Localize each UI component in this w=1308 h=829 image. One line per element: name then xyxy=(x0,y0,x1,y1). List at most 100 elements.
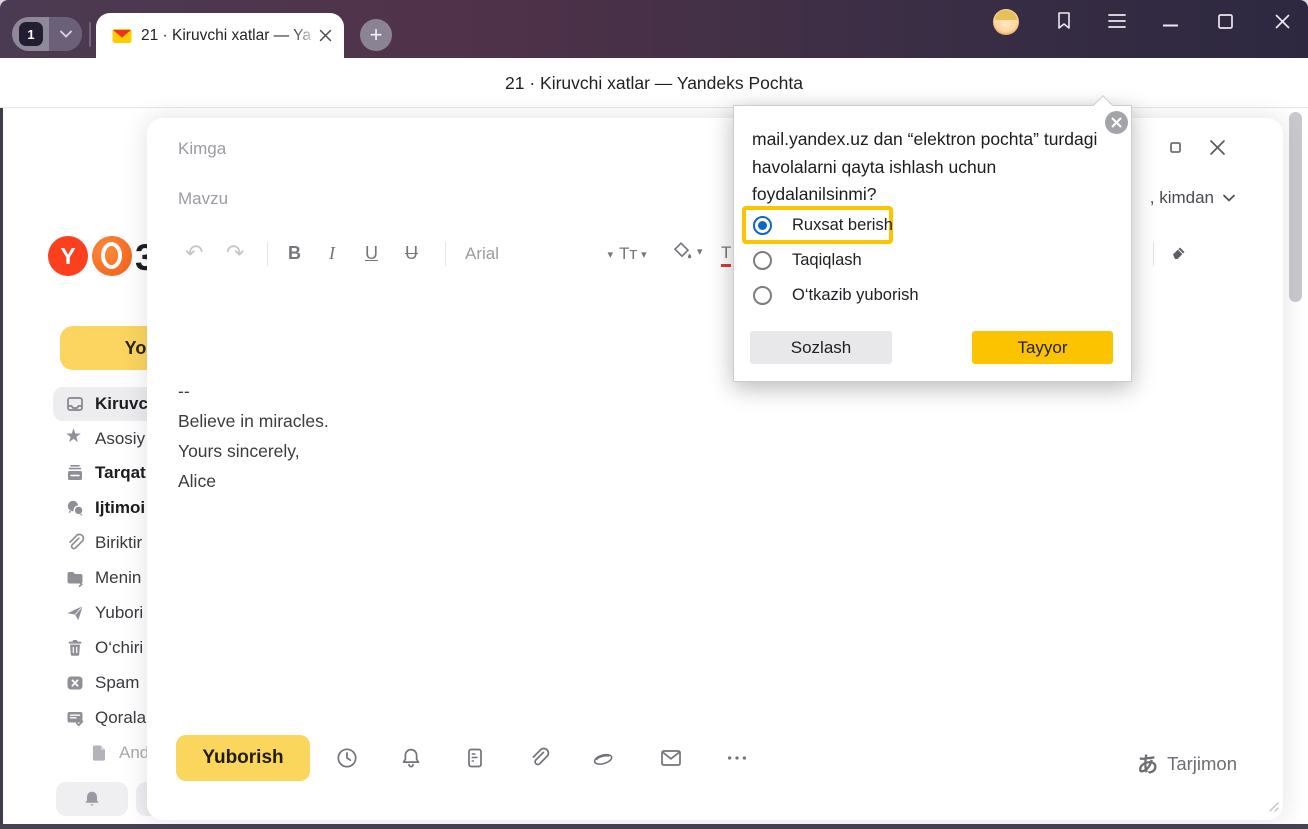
format-divider xyxy=(267,242,268,266)
radio-option-block[interactable]: Taqiqlash xyxy=(753,251,862,270)
dialog-close-button[interactable] xyxy=(1105,111,1128,134)
new-tab-button[interactable]: + xyxy=(360,19,392,51)
reminder-bell-icon[interactable] xyxy=(399,746,423,770)
trash-icon xyxy=(65,638,85,658)
chevron-down-icon: ▾ xyxy=(607,248,613,261)
window-close-icon[interactable] xyxy=(1275,14,1290,29)
template-note-icon[interactable] xyxy=(463,746,487,770)
italic-button[interactable]: I xyxy=(329,243,335,264)
window-maximize-icon[interactable] xyxy=(1218,14,1233,29)
active-tab[interactable]: 21 · Kiruvchi xatlar — Ya xyxy=(96,13,344,58)
radio-label: Taqiqlash xyxy=(792,251,862,270)
done-button[interactable]: Tayyor xyxy=(972,331,1113,364)
more-options-icon[interactable] xyxy=(725,746,749,770)
sidebar-label: Biriktir xyxy=(95,533,142,553)
sidebar-label: Spam xyxy=(95,673,139,693)
from-selector[interactable]: , kimdan xyxy=(1150,188,1235,208)
schedule-send-clock-icon[interactable] xyxy=(335,746,359,770)
signature-separator: -- xyxy=(178,376,329,406)
translator-button[interactable]: あ Tarjimon xyxy=(1137,749,1237,779)
signature-line: Believe in miracles. xyxy=(178,406,329,436)
signature-line: Yours sincerely, xyxy=(178,436,329,466)
paper-plane-icon xyxy=(65,603,85,623)
font-family-select[interactable]: Arial ▾ xyxy=(465,244,613,264)
clear-formatting-eraser-icon[interactable] xyxy=(1167,240,1189,262)
yandex-disk-icon[interactable] xyxy=(591,746,615,770)
tab-group-chevron[interactable] xyxy=(49,17,82,51)
tab-group-badge: 1 xyxy=(19,22,43,46)
underline-button[interactable]: U xyxy=(365,243,378,264)
font-size-value: Tт xyxy=(619,244,637,264)
font-family-value: Arial xyxy=(465,244,499,264)
compose-close-icon[interactable] xyxy=(1209,139,1226,156)
window-bottom-edge xyxy=(0,824,1308,829)
browser-toolbar: ← Я ↻ mail.yandex.uz xyxy=(0,58,1308,108)
paint-bucket-icon xyxy=(671,240,693,262)
font-size-select[interactable]: Tт ▾ xyxy=(619,244,647,264)
page-scrollbar[interactable] xyxy=(1289,112,1302,302)
format-divider xyxy=(1153,242,1154,266)
text-color-button[interactable]: T xyxy=(721,243,731,267)
collections-bookmark-icon[interactable] xyxy=(1052,10,1076,32)
subject-field[interactable]: Mavzu xyxy=(178,189,228,209)
yandex-360-logo-y[interactable]: Y xyxy=(48,236,88,276)
sidebar-label: Asosiy xyxy=(95,429,145,449)
radio-label: O‘tkazib yuborish xyxy=(792,286,919,305)
envelope-icon[interactable] xyxy=(659,746,683,770)
social-chats-icon xyxy=(65,498,85,518)
radio-selected-icon[interactable] xyxy=(753,216,772,235)
sidebar-label: Kiruvc xyxy=(95,394,148,414)
spam-icon xyxy=(65,673,85,693)
window-minimize-icon[interactable] xyxy=(1163,24,1178,27)
paperclip-icon xyxy=(65,533,85,553)
document-icon xyxy=(89,743,109,763)
chrome-divider xyxy=(89,22,91,47)
avatar-hair xyxy=(995,10,1017,20)
translator-icon: あ xyxy=(1137,749,1158,779)
profile-avatar[interactable] xyxy=(993,9,1019,35)
close-icon xyxy=(1111,117,1122,128)
notifications-button[interactable] xyxy=(56,782,128,816)
tab-group-pill[interactable]: 1 xyxy=(12,17,82,51)
tab-title: 21 · Kiruvchi xatlar — Ya xyxy=(141,27,311,44)
redo-icon[interactable]: ↷ xyxy=(226,240,244,266)
tab-title-fade xyxy=(291,27,317,45)
menu-hamburger-icon[interactable] xyxy=(1108,13,1126,29)
chevron-down-icon xyxy=(1223,194,1235,202)
chevron-down-icon: ▾ xyxy=(641,248,647,261)
sidebar-label: Qorala xyxy=(95,708,146,728)
signature-line: Alice xyxy=(178,466,329,496)
message-body[interactable]: -- Believe in miracles. Yours sincerely,… xyxy=(178,376,329,496)
resize-corner-icon[interactable] xyxy=(1267,800,1279,812)
settings-label: Sozlash xyxy=(791,338,851,358)
tab-close-icon[interactable] xyxy=(319,29,332,42)
radio-option-allow[interactable]: Ruxsat berish xyxy=(753,216,893,235)
strikethrough-button[interactable]: U xyxy=(405,243,418,264)
logo-o-ring xyxy=(101,242,122,269)
radio-unselected-icon[interactable] xyxy=(753,251,772,270)
radio-label: Ruxsat berish xyxy=(792,216,893,235)
attach-paperclip-icon[interactable] xyxy=(527,746,551,770)
send-label: Yuborish xyxy=(202,747,283,769)
fill-color-button[interactable]: ▾ xyxy=(671,240,703,262)
browser-window: 1 21 · Kiruvchi xatlar — Ya + xyxy=(0,0,1308,829)
to-field[interactable]: Kimga xyxy=(178,139,226,159)
bold-button[interactable]: B xyxy=(288,243,301,264)
radio-unselected-icon[interactable] xyxy=(753,286,772,305)
send-button[interactable]: Yuborish xyxy=(176,735,310,781)
chevron-down-icon: ▾ xyxy=(697,245,703,258)
settings-button[interactable]: Sozlash xyxy=(750,331,892,364)
from-label: , kimdan xyxy=(1150,188,1214,208)
undo-icon[interactable]: ↶ xyxy=(185,240,203,266)
sidebar-label: Menin xyxy=(95,568,141,588)
compose-restore-icon[interactable] xyxy=(1170,142,1181,153)
logo-y-glyph: Y xyxy=(60,243,75,270)
folder-icon xyxy=(65,568,85,588)
tab-title-wrap: 21 · Kiruvchi xatlar — Ya xyxy=(141,27,317,45)
browser-chrome: 1 21 · Kiruvchi xatlar — Ya + xyxy=(0,0,1308,58)
radio-option-skip[interactable]: O‘tkazib yuborish xyxy=(753,286,919,305)
drafts-icon xyxy=(65,708,85,728)
yandex-mail-favicon xyxy=(112,28,132,44)
star-icon: ★ xyxy=(65,427,85,447)
yandex-360-logo-o xyxy=(92,236,132,276)
